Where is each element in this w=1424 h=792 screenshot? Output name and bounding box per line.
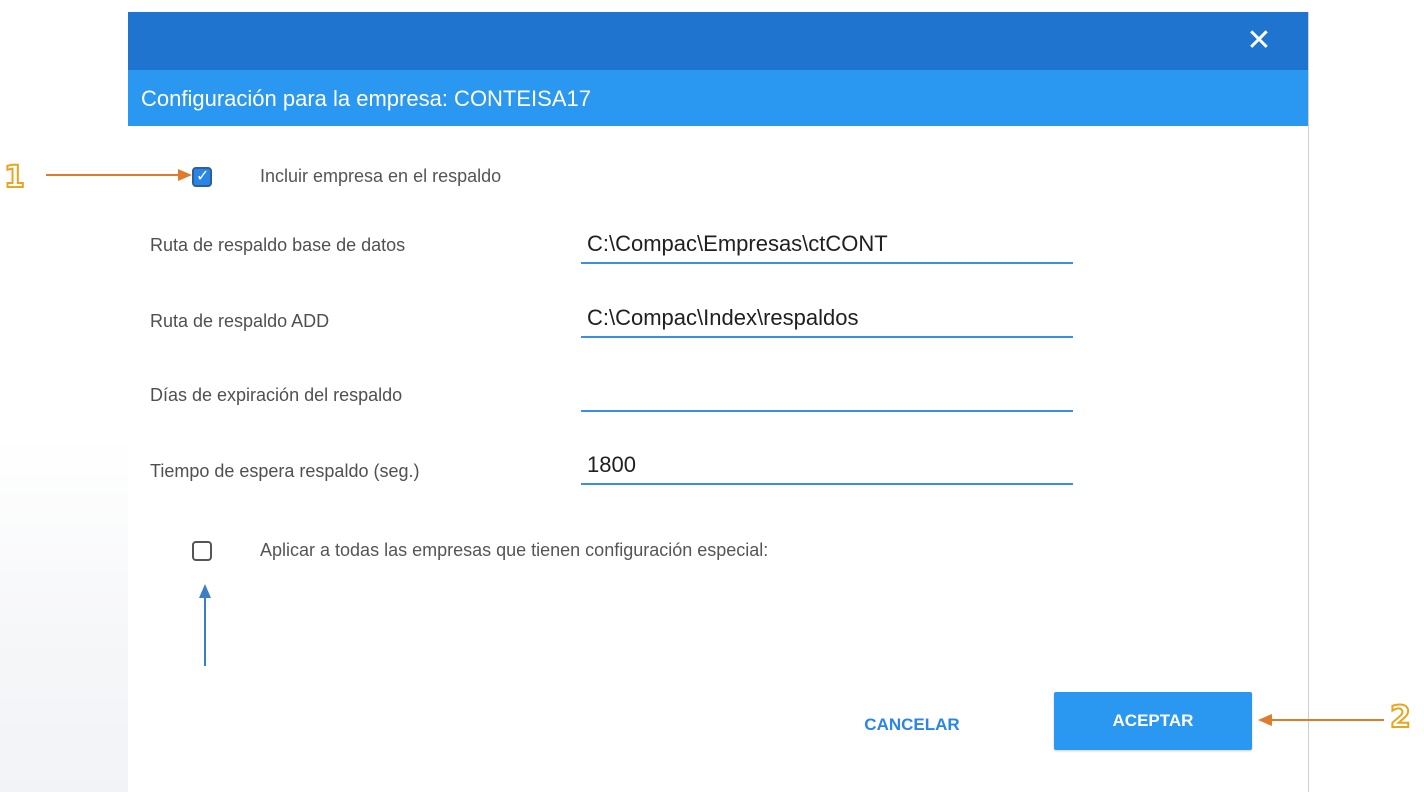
cancel-button[interactable]: CANCELAR [852, 707, 972, 743]
annotation-number-2: 2 [1389, 699, 1412, 736]
dialog-title: Configuración para la empresa: CONTEISA1… [141, 86, 591, 111]
add-backup-path-label: Ruta de respaldo ADD [150, 311, 330, 331]
expiration-days-input[interactable] [581, 378, 1073, 412]
annotation-arrow-up [199, 584, 211, 666]
dialog-titlebar: ✕ [128, 12, 1308, 70]
db-backup-path-input[interactable] [581, 230, 1073, 264]
checkmark-icon: ✓ [196, 166, 210, 185]
timeout-seconds-input[interactable] [581, 451, 1073, 485]
add-backup-path-input[interactable] [581, 304, 1073, 338]
annotation-arrow-1 [46, 169, 192, 181]
dialog-header: Configuración para la empresa: CONTEISA1… [128, 70, 1308, 126]
close-icon[interactable]: ✕ [1244, 26, 1274, 56]
background-panel [0, 0, 128, 792]
accept-button[interactable]: ACEPTAR [1054, 692, 1252, 750]
annotation-arrow-2 [1258, 714, 1384, 726]
timeout-seconds-label: Tiempo de espera respaldo (seg.) [150, 461, 420, 481]
include-company-checkbox[interactable]: ✓ [192, 166, 212, 187]
apply-all-label: Aplicar a todas las empresas que tienen … [260, 540, 769, 560]
db-backup-path-label: Ruta de respaldo base de datos [150, 235, 406, 255]
apply-all-checkbox[interactable] [192, 541, 212, 561]
backup-config-dialog: ✕ Configuración para la empresa: CONTEIS… [128, 12, 1309, 792]
include-company-label: Incluir empresa en el respaldo [260, 166, 502, 186]
expiration-days-label: Días de expiración del respaldo [150, 385, 403, 405]
annotation-number-1: 1 [3, 159, 26, 196]
